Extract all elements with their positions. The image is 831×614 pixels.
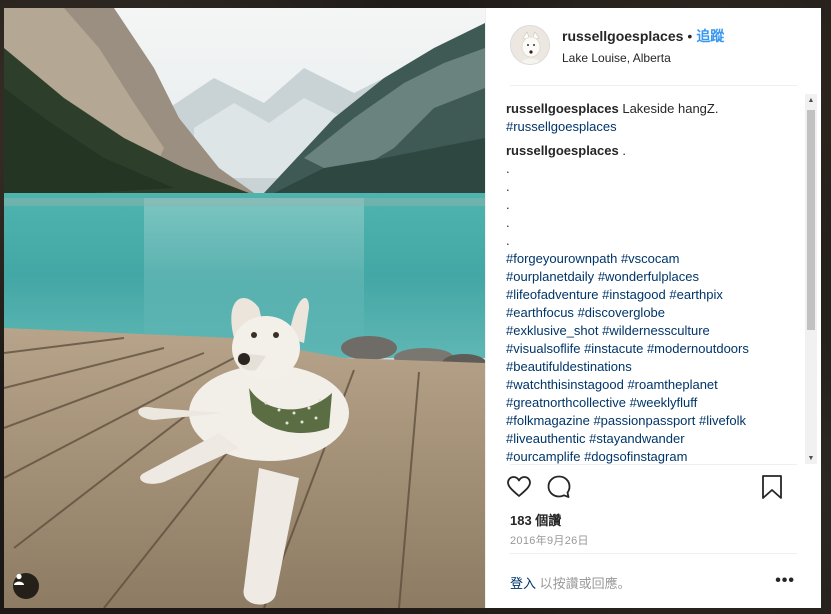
hashtag-link[interactable]: #livefolk [699, 413, 746, 428]
hashtag-line: #ourcamplife #dogsofinstagram [506, 448, 781, 464]
login-prompt-text: 以按讚或回應。 [539, 576, 631, 591]
hashtag-line: #liveauthentic #stayandwander [506, 430, 781, 448]
header-username[interactable]: russellgoesplaces [562, 28, 683, 44]
hashtag-link[interactable]: #instagood [602, 287, 666, 302]
hashtag-link[interactable]: #vscocam [621, 251, 680, 266]
dot-line: . [506, 179, 510, 194]
dot-lines: . . . . . [506, 160, 781, 250]
hashtag-link[interactable]: #discoverglobe [578, 305, 665, 320]
hashtag-list: #forgeyourownpath #vscocam #ourplanetdail… [506, 250, 781, 464]
hashtag-link[interactable]: #lifeofadventure [506, 287, 599, 302]
hashtag-link[interactable]: #ourcamplife [506, 449, 580, 464]
comment-icon[interactable] [546, 474, 572, 505]
post-header: russellgoesplaces • 追蹤 Lake Louise, Albe… [486, 8, 822, 82]
post-photo[interactable] [4, 8, 485, 608]
dot-line: . [506, 233, 510, 248]
dot-line: . [506, 197, 510, 212]
bookmark-icon[interactable] [760, 474, 784, 505]
dot-line: . [506, 215, 510, 230]
hashtag-line: #lifeofadventure #instagood #earthpix [506, 286, 781, 304]
like-count[interactable]: 183 個讚 [510, 510, 561, 529]
hashtag-link[interactable]: #greatnorthcollective [506, 395, 626, 410]
comments-scrollbar[interactable]: ▲ ▼ [805, 94, 817, 464]
hashtag-link[interactable]: #weeklyfluff [630, 395, 698, 410]
caption-hashtag[interactable]: #russellgoesplaces [506, 119, 617, 134]
action-bar [506, 474, 806, 506]
hashtag-line: #ourplanetdaily #wonderfulplaces [506, 268, 781, 286]
avatar[interactable] [510, 25, 550, 65]
hashtag-link[interactable]: #stayandwander [589, 431, 684, 446]
follow-button[interactable]: 追蹤 [696, 26, 724, 46]
second-comment: russellgoesplaces . . . . . . #forgeyour… [506, 142, 781, 464]
hashtag-link[interactable]: #instacute [584, 341, 643, 356]
person-tag-icon[interactable] [13, 573, 39, 599]
hashtag-line: #beautifuldestinations [506, 358, 781, 376]
footer-divider [510, 553, 797, 554]
hashtag-link[interactable]: #earthfocus [506, 305, 574, 320]
caption-comment: russellgoesplaces Lakeside hangZ. #russe… [506, 100, 781, 136]
hashtag-link[interactable]: #watchthisinstagood [506, 377, 624, 392]
heart-icon[interactable] [506, 474, 532, 505]
actions-divider [510, 464, 797, 465]
hashtag-link[interactable]: #ourplanetdaily [506, 269, 594, 284]
hashtag-link[interactable]: #exklusive_shot [506, 323, 599, 338]
comments-section: russellgoesplaces Lakeside hangZ. #russe… [486, 94, 822, 464]
comment-text: . [618, 143, 626, 158]
dot-line: . [506, 161, 510, 176]
hashtag-link[interactable]: #liveauthentic [506, 431, 586, 446]
login-link[interactable]: 登入 [510, 576, 536, 591]
hashtag-line: #watchthisinstagood #roamtheplanet [506, 376, 781, 394]
hashtag-line: #greatnorthcollective #weeklyfluff [506, 394, 781, 412]
location-link[interactable]: Lake Louise, Alberta [562, 51, 724, 65]
hashtag-link[interactable]: #roamtheplanet [627, 377, 717, 392]
hashtag-link[interactable]: #passionpassport [593, 413, 695, 428]
hashtag-line: #visualsoflife #instacute #modernoutdoor… [506, 340, 781, 358]
more-options-icon[interactable]: ••• [775, 572, 795, 590]
header-divider [510, 85, 797, 86]
scrollbar-thumb[interactable] [807, 110, 815, 330]
scroll-down-arrow-icon[interactable]: ▼ [805, 452, 817, 464]
separator-dot: • [687, 27, 693, 44]
hashtag-link[interactable]: #wonderfulplaces [598, 269, 699, 284]
hashtag-line: #folkmagazine #passionpassport #livefolk [506, 412, 781, 430]
hashtag-link[interactable]: #modernoutdoors [647, 341, 749, 356]
hashtag-line: #exklusive_shot #wildernessculture [506, 322, 781, 340]
hashtag-link[interactable]: #earthpix [669, 287, 722, 302]
hashtag-link[interactable]: #folkmagazine [506, 413, 590, 428]
hashtag-line: #forgeyourownpath #vscocam [506, 250, 781, 268]
hashtag-line: #earthfocus #discoverglobe [506, 304, 781, 322]
post-modal: russellgoesplaces • 追蹤 Lake Louise, Albe… [4, 8, 821, 608]
post-side-panel: russellgoesplaces • 追蹤 Lake Louise, Albe… [485, 8, 821, 608]
hashtag-link[interactable]: #forgeyourownpath [506, 251, 617, 266]
hashtag-link[interactable]: #dogsofinstagram [584, 449, 687, 464]
lake-dog-photo [4, 8, 485, 608]
caption-text: Lakeside hangZ. [618, 101, 719, 116]
hashtag-link[interactable]: #beautifuldestinations [506, 359, 632, 374]
scroll-up-arrow-icon[interactable]: ▲ [805, 94, 817, 106]
login-prompt: 登入 以按讚或回應。 [510, 573, 631, 592]
caption-username[interactable]: russellgoesplaces [506, 101, 619, 116]
post-date[interactable]: 2016年9月26日 [510, 532, 589, 548]
comment-username[interactable]: russellgoesplaces [506, 143, 619, 158]
hashtag-link[interactable]: #visualsoflife [506, 341, 580, 356]
hashtag-link[interactable]: #wildernessculture [602, 323, 710, 338]
